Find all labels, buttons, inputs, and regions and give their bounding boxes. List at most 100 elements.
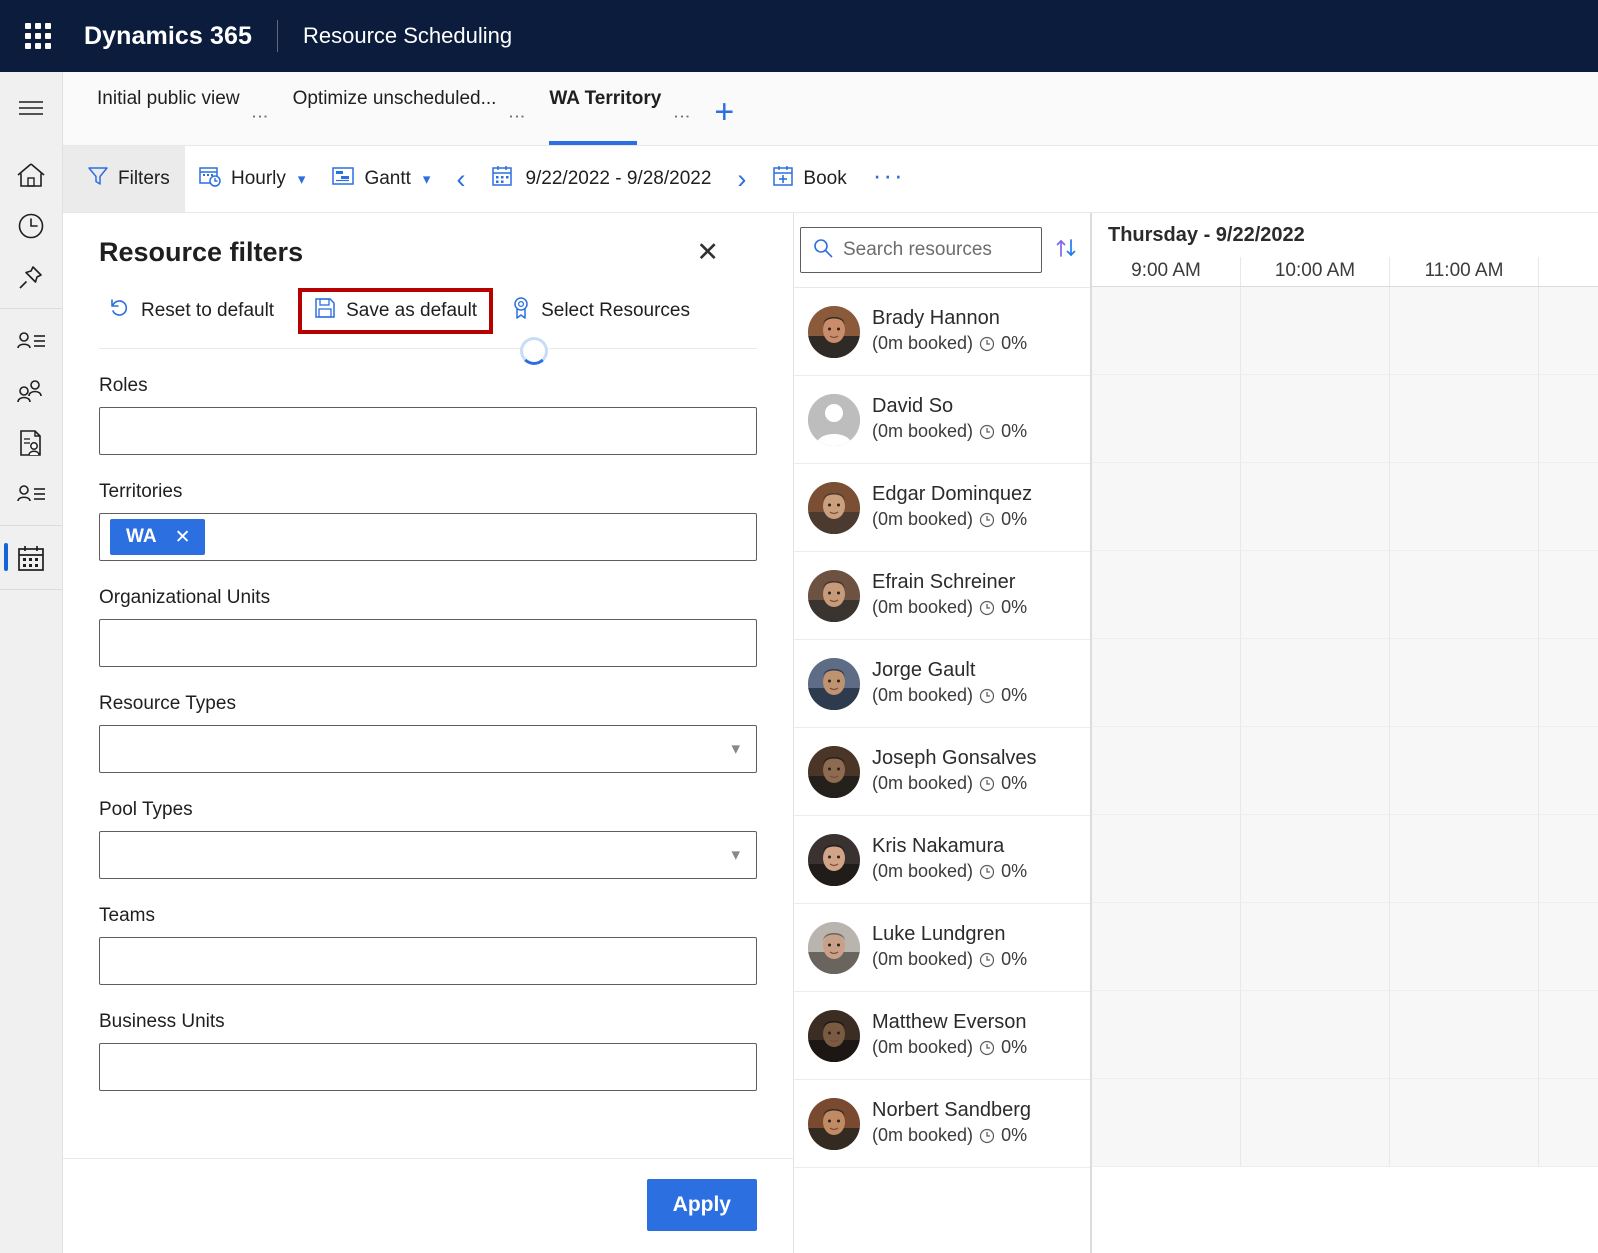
previous-period-button[interactable]: ‹ xyxy=(443,146,478,212)
filters-button[interactable]: Filters xyxy=(63,146,185,212)
schedule-cell[interactable] xyxy=(1390,639,1539,726)
schedule-cell[interactable] xyxy=(1390,991,1539,1078)
select-resources-button[interactable]: Select Resources xyxy=(501,289,700,333)
resource-row[interactable]: Brady Hannon(0m booked)0% xyxy=(794,288,1090,376)
sidebar-item-pinned[interactable] xyxy=(0,251,62,302)
schedule-cell[interactable] xyxy=(1539,639,1598,726)
schedule-cell[interactable] xyxy=(1539,1079,1598,1166)
tab-optimize-unscheduled[interactable]: Optimize unscheduled... xyxy=(279,72,499,145)
schedule-cell[interactable] xyxy=(1390,463,1539,550)
apply-button[interactable]: Apply xyxy=(647,1179,757,1231)
schedule-grid[interactable] xyxy=(1091,287,1598,1253)
hourly-view-button[interactable]: Hourly ▾ xyxy=(185,146,318,212)
schedule-cell[interactable] xyxy=(1539,991,1598,1078)
sidebar-item-recent[interactable] xyxy=(0,200,62,251)
sidebar-item-contacts[interactable] xyxy=(0,366,62,417)
schedule-cell[interactable] xyxy=(1092,551,1241,638)
schedule-cell[interactable] xyxy=(1092,727,1241,814)
territories-input[interactable]: WA ✕ xyxy=(99,513,757,561)
schedule-row[interactable] xyxy=(1092,903,1598,991)
schedule-row[interactable] xyxy=(1092,639,1598,727)
schedule-cell[interactable] xyxy=(1092,287,1241,374)
chip-remove-icon[interactable]: ✕ xyxy=(175,526,191,549)
schedule-cell[interactable] xyxy=(1241,903,1390,990)
organizational-units-input[interactable] xyxy=(99,619,757,667)
schedule-cell[interactable] xyxy=(1539,727,1598,814)
schedule-cell[interactable] xyxy=(1390,287,1539,374)
schedule-cell[interactable] xyxy=(1241,639,1390,726)
schedule-cell[interactable] xyxy=(1390,815,1539,902)
schedule-cell[interactable] xyxy=(1241,991,1390,1078)
save-as-default-button[interactable]: Save as default xyxy=(298,288,493,334)
schedule-cell[interactable] xyxy=(1241,551,1390,638)
resource-row[interactable]: David So(0m booked)0% xyxy=(794,376,1090,464)
sidebar-item-schedule-board[interactable] xyxy=(0,532,62,583)
schedule-cell[interactable] xyxy=(1092,903,1241,990)
command-overflow-button[interactable]: ··· xyxy=(860,146,918,212)
schedule-cell[interactable] xyxy=(1539,903,1598,990)
teams-input[interactable] xyxy=(99,937,757,985)
schedule-row[interactable] xyxy=(1092,287,1598,375)
schedule-cell[interactable] xyxy=(1241,727,1390,814)
schedule-cell[interactable] xyxy=(1092,815,1241,902)
close-icon[interactable]: ✕ xyxy=(690,235,725,270)
schedule-cell[interactable] xyxy=(1241,815,1390,902)
sidebar-item-work-orders[interactable] xyxy=(0,417,62,468)
schedule-cell[interactable] xyxy=(1539,551,1598,638)
schedule-cell[interactable] xyxy=(1539,463,1598,550)
schedule-cell[interactable] xyxy=(1092,463,1241,550)
tab-overflow-icon[interactable]: ⋮ xyxy=(498,108,535,145)
sort-resources-button[interactable] xyxy=(1050,232,1082,269)
schedule-cell[interactable] xyxy=(1390,727,1539,814)
resource-types-select[interactable]: ▾ xyxy=(99,725,757,773)
schedule-row[interactable] xyxy=(1092,815,1598,903)
sidebar-item-resources[interactable] xyxy=(0,468,62,519)
resource-row[interactable]: Norbert Sandberg(0m booked)0% xyxy=(794,1080,1090,1168)
add-tab-button[interactable]: + xyxy=(700,95,748,145)
sidebar-item-accounts[interactable] xyxy=(0,315,62,366)
next-period-button[interactable]: › xyxy=(724,146,759,212)
schedule-cell[interactable] xyxy=(1241,375,1390,462)
reset-to-default-button[interactable]: Reset to default xyxy=(99,290,284,332)
resource-row[interactable]: Jorge Gault(0m booked)0% xyxy=(794,640,1090,728)
schedule-cell[interactable] xyxy=(1390,375,1539,462)
resource-row[interactable]: Kris Nakamura(0m booked)0% xyxy=(794,816,1090,904)
business-units-input[interactable] xyxy=(99,1043,757,1091)
schedule-row[interactable] xyxy=(1092,551,1598,639)
site-map-toggle[interactable] xyxy=(0,82,62,133)
schedule-cell[interactable] xyxy=(1241,287,1390,374)
schedule-row[interactable] xyxy=(1092,727,1598,815)
schedule-cell[interactable] xyxy=(1390,551,1539,638)
schedule-cell[interactable] xyxy=(1539,815,1598,902)
schedule-cell[interactable] xyxy=(1390,903,1539,990)
app-launcher-icon[interactable] xyxy=(16,14,60,58)
schedule-cell[interactable] xyxy=(1092,639,1241,726)
search-resources-input[interactable]: Search resources xyxy=(800,227,1042,273)
schedule-cell[interactable] xyxy=(1092,1079,1241,1166)
schedule-cell[interactable] xyxy=(1092,375,1241,462)
book-button[interactable]: Book xyxy=(759,146,859,212)
resource-row[interactable]: Edgar Dominquez(0m booked)0% xyxy=(794,464,1090,552)
schedule-row[interactable] xyxy=(1092,991,1598,1079)
schedule-cell[interactable] xyxy=(1241,463,1390,550)
date-range-picker[interactable]: 9/22/2022 - 9/28/2022 xyxy=(478,146,724,212)
schedule-cell[interactable] xyxy=(1092,991,1241,1078)
tab-wa-territory[interactable]: WA Territory xyxy=(535,72,663,145)
gantt-view-button[interactable]: Gantt ▾ xyxy=(318,146,443,212)
resource-row[interactable]: Luke Lundgren(0m booked)0% xyxy=(794,904,1090,992)
roles-input[interactable] xyxy=(99,407,757,455)
tab-initial-public-view[interactable]: Initial public view xyxy=(83,72,242,145)
schedule-row[interactable] xyxy=(1092,375,1598,463)
resource-row[interactable]: Matthew Everson(0m booked)0% xyxy=(794,992,1090,1080)
schedule-row[interactable] xyxy=(1092,1079,1598,1167)
schedule-row[interactable] xyxy=(1092,463,1598,551)
schedule-cell[interactable] xyxy=(1539,287,1598,374)
schedule-cell[interactable] xyxy=(1539,375,1598,462)
resources-list[interactable]: Brady Hannon(0m booked)0%David So(0m boo… xyxy=(794,287,1090,1253)
schedule-cell[interactable] xyxy=(1241,1079,1390,1166)
schedule-cell[interactable] xyxy=(1390,1079,1539,1166)
tab-overflow-icon[interactable]: ⋮ xyxy=(663,108,700,145)
pool-types-select[interactable]: ▾ xyxy=(99,831,757,879)
resource-row[interactable]: Efrain Schreiner(0m booked)0% xyxy=(794,552,1090,640)
sidebar-item-home[interactable] xyxy=(0,149,62,200)
